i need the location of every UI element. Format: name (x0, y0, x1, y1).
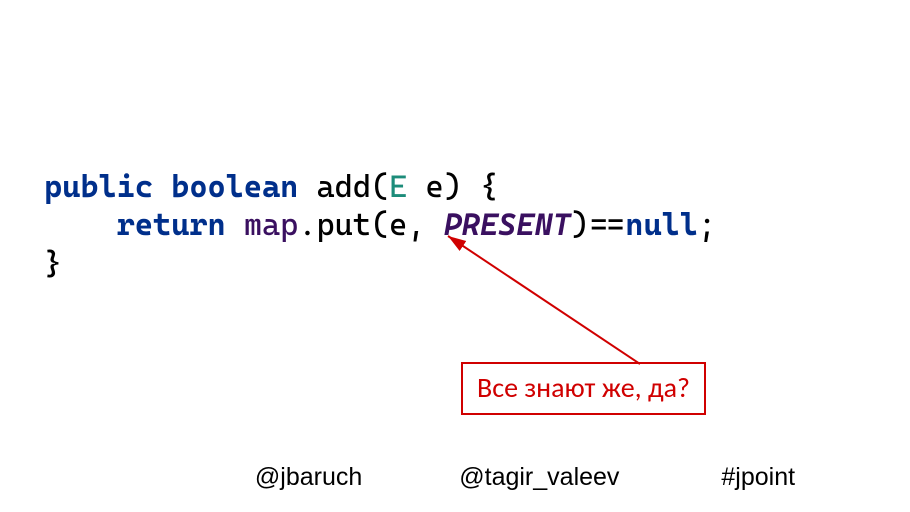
handle-jbaruch: @jbaruch (255, 463, 362, 492)
hashtag-jpoint: #jpoint (721, 463, 795, 492)
space (226, 207, 244, 243)
keyword-return: return (117, 207, 226, 243)
close-brace: } (44, 246, 62, 282)
method-name: add (316, 169, 371, 205)
indent (44, 207, 117, 243)
space (407, 169, 425, 205)
space (153, 169, 171, 205)
space (298, 169, 316, 205)
const-present: PRESENT (444, 207, 571, 243)
open-paren: ( (371, 169, 389, 205)
callout-box: Все знают же, да? (461, 362, 706, 415)
after-present: )== (571, 207, 626, 243)
keyword-boolean: boolean (171, 169, 298, 205)
keyword-public: public (44, 169, 153, 205)
call-put: .put(e, (298, 207, 443, 243)
keyword-null: null (625, 207, 698, 243)
callout-text: Все знают же, да? (477, 370, 690, 405)
handle-tagir: @tagir_valeev (459, 463, 619, 492)
param-name: e (426, 169, 444, 205)
semicolon: ; (698, 207, 716, 243)
close-sig: ) { (444, 169, 499, 205)
footer: @jbaruch @tagir_valeev #jpoint (0, 463, 910, 492)
code-block: public boolean add(E e) { return map.put… (44, 168, 716, 283)
type-param: E (389, 169, 407, 205)
slide: public boolean add(E e) { return map.put… (0, 0, 910, 512)
field-map: map (244, 207, 299, 243)
